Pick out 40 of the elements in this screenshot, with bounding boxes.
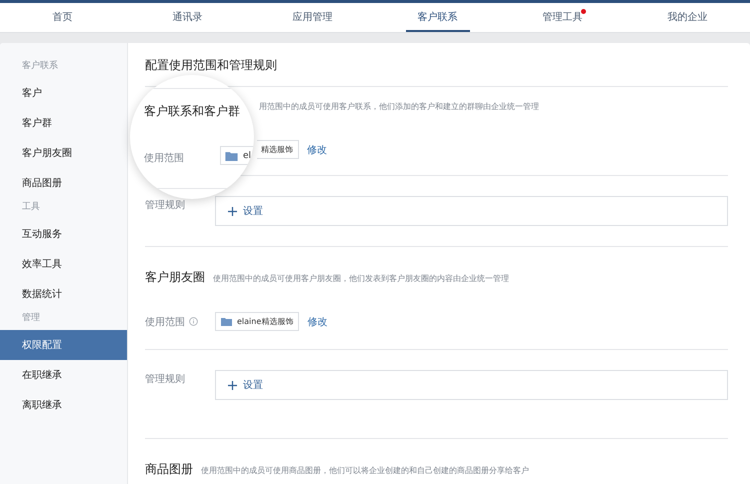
rules-label: 管理规则 (145, 373, 186, 386)
section-description: 使用范围中的成员可使用商品图册，他们可以将企业创建的和自己创建的商品图册分享给客户 (201, 465, 529, 476)
edit-link[interactable]: 修改 (307, 142, 327, 156)
sidebar-item[interactable]: 互动服务 (0, 219, 127, 249)
sidebar-group-heading: 工具 (21, 200, 41, 214)
sidebar-item[interactable]: 在职继承 (0, 360, 127, 390)
edit-link[interactable]: 修改 (307, 314, 328, 328)
scope-label: 使用范围 (145, 316, 185, 328)
rules-label: 管理规则 (145, 199, 186, 212)
scope-chip: 精选服饰 (257, 140, 299, 159)
set-rules-button[interactable]: 设置 (215, 196, 728, 226)
set-rules-button[interactable]: 设置 (215, 370, 728, 400)
section-title: 商品图册 (145, 461, 193, 478)
section-description: 用范围中的成员可使用客户联系，他们添加的客户和建立的群聊由企业统一管理 (259, 101, 539, 112)
sidebar-item[interactable]: 权限配置 (0, 330, 127, 360)
folder-icon (225, 150, 238, 160)
sidebar-item[interactable]: 数据统计 (0, 279, 127, 309)
nav-tab[interactable]: 通讯录 (160, 3, 214, 32)
scope-chip: elaine精选服饰 (215, 312, 300, 331)
scope-label: 使用范围 (144, 152, 184, 165)
sidebar-item[interactable]: 效率工具 (0, 249, 127, 279)
nav-tab[interactable]: 管理工具 (530, 3, 594, 32)
plus-icon (228, 380, 237, 390)
sidebar-item[interactable]: 客户 (0, 78, 127, 108)
sidebar-group-heading: 客户联系 (21, 60, 59, 73)
sidebar-item[interactable]: 客户朋友圈 (0, 138, 127, 168)
nav-tab[interactable]: 客户联系 (406, 3, 470, 32)
nav-tab[interactable]: 我的企业 (656, 3, 720, 32)
plus-icon (228, 206, 237, 216)
nav-tab[interactable]: 应用管理 (280, 3, 344, 32)
folder-icon (221, 317, 232, 326)
section-title: 客户朋友圈 (145, 269, 205, 286)
sidebar-item[interactable]: 客户群 (0, 108, 127, 138)
nav-tab[interactable]: 首页 (40, 3, 84, 32)
sidebar-item[interactable]: 离职继承 (0, 390, 127, 420)
sidebar-item[interactable]: 商品图册 (0, 168, 127, 198)
scope-chip: el (220, 146, 254, 165)
sidebar-group-heading: 管理 (21, 312, 41, 325)
section-title: 客户联系和客户群 (144, 103, 240, 120)
section-description: 使用范围中的成员可使用客户朋友圈，他们发表到客户朋友圈的内容由企业统一管理 (213, 273, 509, 284)
